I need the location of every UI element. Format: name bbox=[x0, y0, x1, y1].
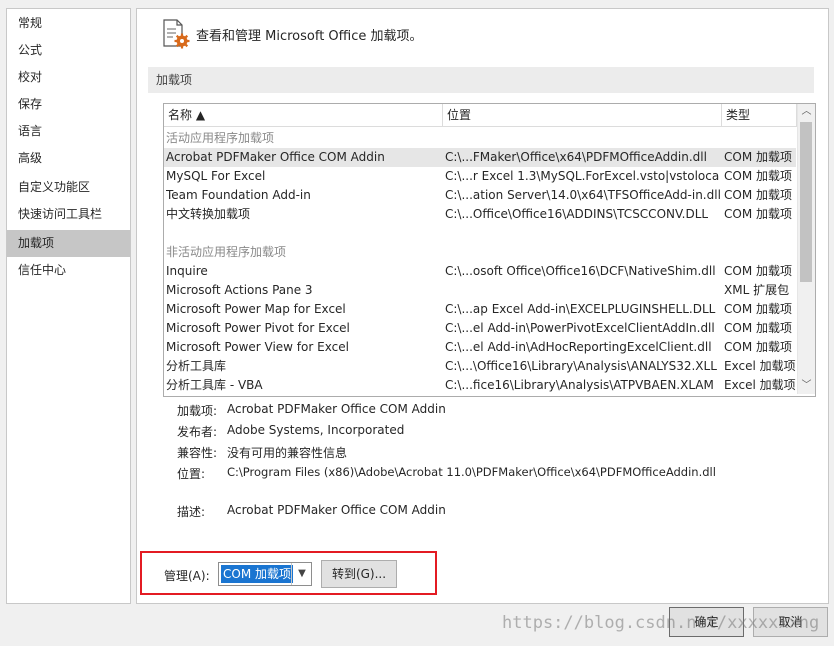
manage-label: 管理(A): bbox=[164, 569, 210, 583]
addin-row[interactable]: Microsoft Power Map for Excel C:\...ap E… bbox=[164, 300, 796, 319]
nav-item-quick-access-toolbar[interactable]: 快速访问工具栏 bbox=[7, 201, 130, 228]
options-nav: 常规 公式 校对 保存 语言 高级 自定义功能区 快速访问工具栏 加载项 信任中… bbox=[6, 8, 131, 604]
addin-name: 中文转换加载项 bbox=[166, 207, 251, 221]
addin-name: Acrobat PDFMaker Office COM Addin bbox=[166, 150, 385, 164]
addin-type: COM 加载项 bbox=[724, 169, 792, 183]
detail-publisher-value: Adobe Systems, Incorporated bbox=[227, 423, 405, 437]
nav-item-advanced[interactable]: 高级 bbox=[7, 145, 130, 172]
addin-row[interactable]: Team Foundation Add-in C:\...ation Serve… bbox=[164, 186, 796, 205]
nav-item-save[interactable]: 保存 bbox=[7, 91, 130, 118]
addin-name: 分析工具库 - VBA bbox=[166, 378, 263, 392]
addins-panel: 查看和管理 Microsoft Office 加载项。 加载项 名称 ▲ 位置 … bbox=[136, 8, 829, 604]
addin-location: C:\...ap Excel Add-in\EXCELPLUGINSHELL.D… bbox=[445, 302, 716, 316]
detail-description-value: Acrobat PDFMaker Office COM Addin bbox=[227, 503, 446, 517]
group-header-inactive: 非活动应用程序加载项 bbox=[166, 245, 287, 259]
column-header-location[interactable]: 位置 bbox=[443, 104, 722, 127]
addin-location: C:\...Office\Office16\ADDINS\TCSCCONV.DL… bbox=[445, 207, 709, 221]
nav-item-proofing[interactable]: 校对 bbox=[7, 64, 130, 91]
nav-item-customize-ribbon[interactable]: 自定义功能区 bbox=[7, 174, 130, 201]
detail-description-label: 描述: bbox=[177, 505, 206, 519]
addin-name: Microsoft Actions Pane 3 bbox=[166, 283, 313, 297]
addin-type: COM 加载项 bbox=[724, 188, 792, 202]
detail-compat-value: 没有可用的兼容性信息 bbox=[227, 446, 348, 460]
addin-row[interactable]: Microsoft Actions Pane 3 XML 扩展包 bbox=[164, 281, 796, 300]
addin-name: 分析工具库 bbox=[166, 359, 227, 373]
scroll-down-icon[interactable]: ﹀ bbox=[798, 378, 815, 394]
nav-item-trust-center[interactable]: 信任中心 bbox=[7, 257, 130, 284]
detail-compat-label: 兼容性: bbox=[177, 446, 218, 460]
addin-name: Microsoft Power Map for Excel bbox=[166, 302, 346, 316]
addin-row[interactable]: 中文转换加载项 C:\...Office\Office16\ADDINS\TCS… bbox=[164, 205, 796, 224]
addin-type: COM 加载项 bbox=[724, 207, 792, 221]
addin-name: Microsoft Power Pivot for Excel bbox=[166, 321, 350, 335]
scroll-up-icon[interactable]: ︿ bbox=[798, 104, 815, 120]
nav-item-language[interactable]: 语言 bbox=[7, 118, 130, 145]
addin-type: COM 加载项 bbox=[724, 321, 792, 335]
addin-location: C:\...el Add-in\AdHocReportingExcelClien… bbox=[445, 340, 712, 354]
group-header-active: 活动应用程序加载项 bbox=[166, 131, 275, 145]
addin-location: C:\...el Add-in\PowerPivotExcelClientAdd… bbox=[445, 321, 715, 335]
scrollbar-thumb[interactable] bbox=[800, 122, 812, 282]
addin-type: Excel 加载项 bbox=[724, 359, 796, 373]
chevron-down-icon[interactable]: ▼ bbox=[291, 563, 312, 585]
manage-select-value: COM 加载项 bbox=[221, 565, 293, 583]
addin-location: C:\...fice16\Library\Analysis\ATPVBAEN.X… bbox=[445, 378, 714, 392]
addin-name: Inquire bbox=[166, 264, 208, 278]
nav-item-general[interactable]: 常规 bbox=[7, 10, 130, 37]
addin-row[interactable]: Microsoft Power View for Excel C:\...el … bbox=[164, 338, 796, 357]
addins-settings-icon bbox=[162, 19, 190, 49]
addin-row[interactable]: Microsoft Power Pivot for Excel C:\...el… bbox=[164, 319, 796, 338]
column-header-type[interactable]: 类型 bbox=[722, 104, 797, 127]
addin-location: C:\...osoft Office\Office16\DCF\NativeSh… bbox=[445, 264, 716, 278]
column-header-name[interactable]: 名称 ▲ bbox=[164, 104, 443, 127]
addin-type: Excel 加载项 bbox=[724, 378, 796, 392]
manage-select[interactable]: COM 加载项 ▼ bbox=[218, 562, 312, 586]
addin-location: C:\...r Excel 1.3\MySQL.ForExcel.vsto|vs… bbox=[445, 169, 720, 183]
nav-item-formulas[interactable]: 公式 bbox=[7, 37, 130, 64]
addin-row[interactable]: Inquire C:\...osoft Office\Office16\DCF\… bbox=[164, 262, 796, 281]
addin-name: Team Foundation Add-in bbox=[166, 188, 311, 202]
addin-type: COM 加载项 bbox=[724, 340, 792, 354]
section-title: 加载项 bbox=[148, 67, 814, 93]
addin-name: Microsoft Power View for Excel bbox=[166, 340, 349, 354]
addin-location: C:\...FMaker\Office\x64\PDFMOfficeAddin.… bbox=[445, 150, 707, 164]
watermark: https://blog.csdn.net/xxxxxxxng bbox=[502, 613, 820, 633]
page-description: 查看和管理 Microsoft Office 加载项。 bbox=[196, 29, 423, 44]
addin-type: XML 扩展包 bbox=[724, 283, 790, 297]
addin-location: C:\...\Office16\Library\Analysis\ANALYS3… bbox=[445, 359, 717, 373]
detail-location-value: C:\Program Files (x86)\Adobe\Acrobat 11.… bbox=[227, 465, 716, 479]
addin-location: C:\...ation Server\14.0\x64\TFSOfficeAdd… bbox=[445, 188, 720, 202]
addins-list[interactable]: 名称 ▲ 位置 类型 活动应用程序加载项 Acrobat PDFMaker Of… bbox=[163, 103, 816, 397]
addin-location bbox=[445, 281, 720, 300]
detail-addin-label: 加载项: bbox=[177, 404, 218, 418]
addin-type: COM 加载项 bbox=[724, 302, 792, 316]
detail-publisher-label: 发布者: bbox=[177, 425, 218, 439]
detail-addin-value: Acrobat PDFMaker Office COM Addin bbox=[227, 402, 446, 416]
list-scrollbar[interactable]: ︿ ﹀ bbox=[797, 104, 815, 394]
detail-location-label: 位置: bbox=[177, 467, 206, 481]
addin-name: MySQL For Excel bbox=[166, 169, 266, 183]
addin-row[interactable]: MySQL For Excel C:\...r Excel 1.3\MySQL.… bbox=[164, 167, 796, 186]
addin-row[interactable]: 分析工具库 C:\...\Office16\Library\Analysis\A… bbox=[164, 357, 796, 376]
addin-row[interactable]: 分析工具库 - VBA C:\...fice16\Library\Analysi… bbox=[164, 376, 796, 395]
addin-type: COM 加载项 bbox=[724, 150, 792, 164]
addin-row[interactable]: Acrobat PDFMaker Office COM Addin C:\...… bbox=[164, 148, 796, 167]
go-button[interactable]: 转到(G)... bbox=[321, 560, 397, 588]
addin-type: COM 加载项 bbox=[724, 264, 792, 278]
nav-item-addins[interactable]: 加载项 bbox=[7, 230, 130, 257]
